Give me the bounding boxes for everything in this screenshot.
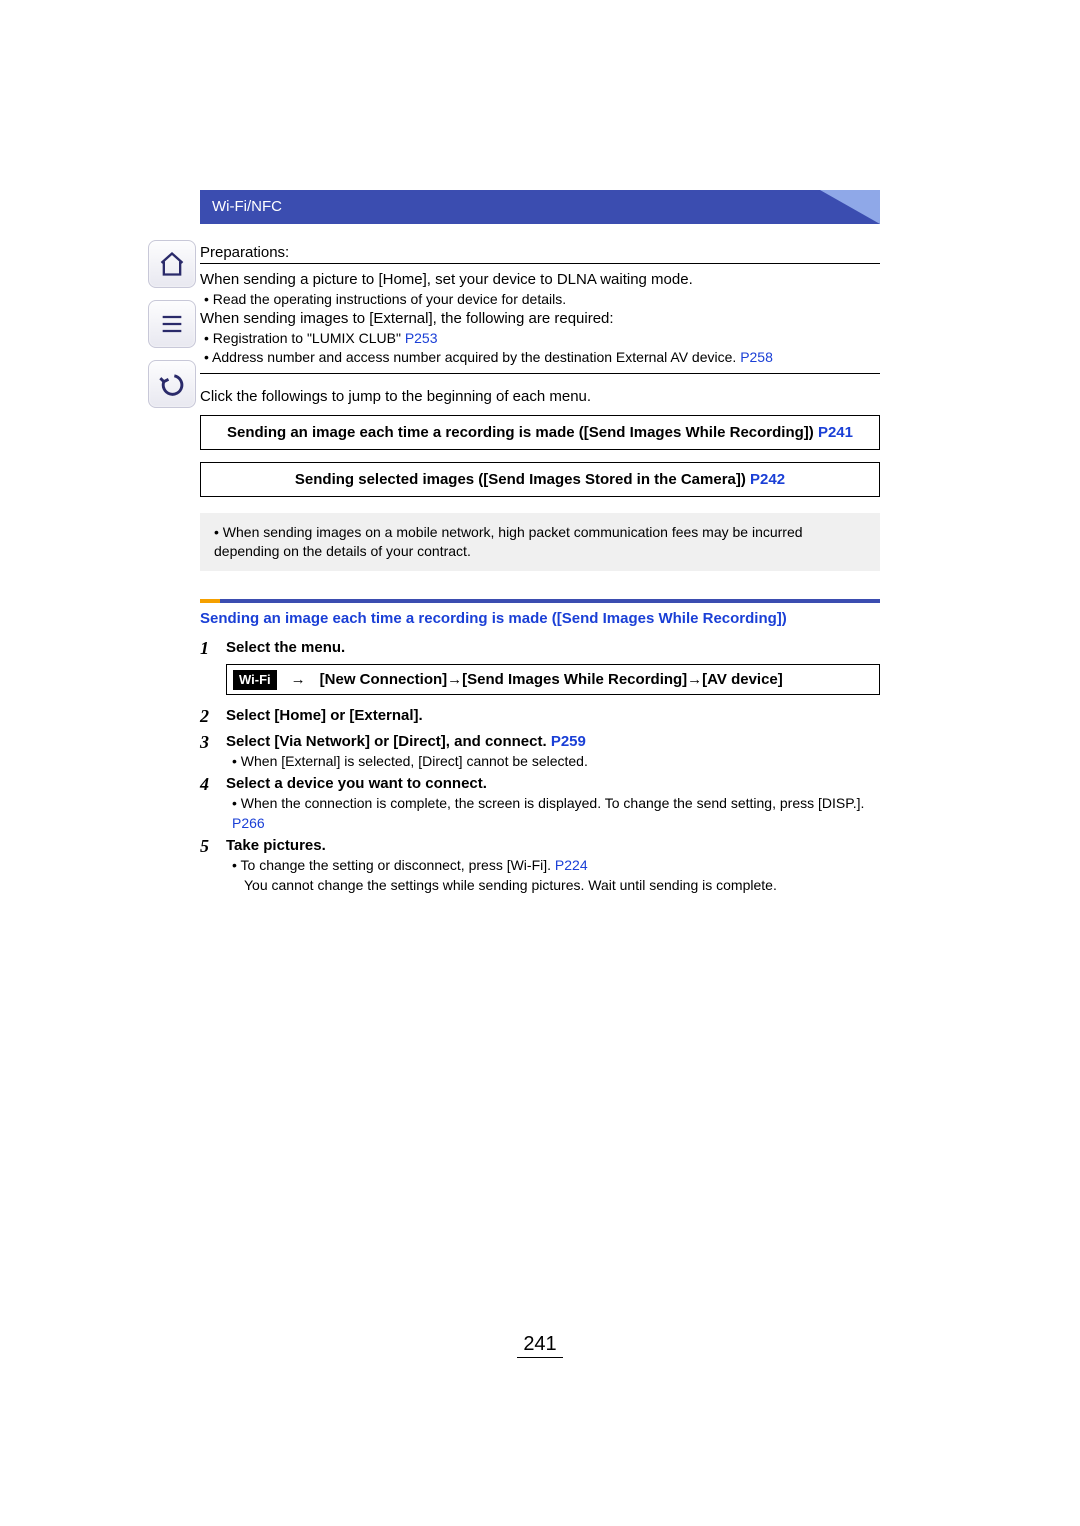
home-icon [158, 250, 186, 278]
step-number: 2 [200, 705, 226, 728]
linkbox-text: Sending an image each time a recording i… [227, 424, 818, 441]
section-header: Wi-Fi/NFC [200, 190, 880, 224]
back-button[interactable] [148, 360, 196, 408]
page-link[interactable]: P241 [818, 424, 853, 441]
bullet-marker: • [232, 857, 241, 873]
steps-list: 1 Select the menu. Wi-Fi → [New Connecti… [200, 637, 880, 895]
step-title: Select a device you want to connect. [226, 773, 880, 794]
step-title: Select the menu. [226, 637, 880, 658]
breadcrumb: Wi-Fi/NFC [212, 198, 282, 215]
bullet-text: Registration to "LUMIX CLUB" [200, 330, 405, 346]
page-link[interactable]: P224 [555, 857, 588, 873]
page-link[interactable]: P253 [405, 330, 438, 346]
step-sub: • When the connection is complete, the s… [226, 794, 880, 833]
prep-line: When sending a picture to [Home], set yo… [200, 270, 880, 290]
prep-bullet: Address number and access number acquire… [200, 348, 880, 367]
step-number: 4 [200, 773, 226, 833]
step-sub-text: When the connection is complete, the scr… [241, 795, 865, 811]
page-link[interactable]: P242 [750, 471, 785, 488]
step-body: Select the menu. Wi-Fi → [New Connection… [226, 637, 880, 703]
step-sub-text: You cannot change the settings while sen… [244, 877, 777, 893]
step-number: 3 [200, 731, 226, 772]
main-content: Wi-Fi/NFC Preparations: When sending a p… [200, 190, 880, 896]
step-sub: When [External] is selected, [Direct] ca… [226, 752, 880, 772]
toc-button[interactable] [148, 300, 196, 348]
section-rule [200, 599, 880, 603]
arrow-icon: → [291, 669, 306, 690]
bullet-text: Address number and access number acquire… [200, 349, 740, 365]
sidebar [148, 240, 196, 408]
home-button[interactable] [148, 240, 196, 288]
menu-path: Wi-Fi → [New Connection]→[Send Images Wh… [226, 664, 880, 695]
prep-body: When sending a picture to [Home], set yo… [200, 270, 880, 367]
preparations-title: Preparations: [200, 244, 880, 264]
back-icon [158, 370, 186, 398]
step-title: Select [Home] or [External]. [226, 705, 880, 726]
page-link[interactable]: P258 [740, 349, 773, 365]
note-text: When sending images on a mobile network,… [210, 523, 870, 561]
note-box: When sending images on a mobile network,… [200, 513, 880, 571]
jump-intro: Click the followings to jump to the begi… [200, 388, 880, 405]
step-body: Select [Home] or [External]. [226, 705, 880, 728]
prep-bullet: Read the operating instructions of your … [200, 290, 880, 309]
divider [200, 373, 880, 374]
page-number-value: 241 [517, 1333, 562, 1358]
page-link[interactable]: P259 [551, 733, 586, 750]
step-sub: You cannot change the settings while sen… [226, 876, 880, 896]
step-sub: • To change the setting or disconnect, p… [226, 856, 880, 876]
prep-line: When sending images to [External], the f… [200, 309, 880, 329]
step-title-text: Select [Via Network] or [Direct], and co… [226, 733, 551, 750]
step-sub-text: To change the setting or disconnect, pre… [241, 857, 555, 873]
step-body: Select a device you want to connect. • W… [226, 773, 880, 833]
step-body: Take pictures. • To change the setting o… [226, 835, 880, 895]
step-number: 1 [200, 637, 226, 703]
wifi-badge: Wi-Fi [233, 670, 277, 690]
header-decoration [820, 190, 880, 224]
toc-icon [158, 310, 186, 338]
step-body: Select [Via Network] or [Direct], and co… [226, 731, 880, 772]
page-link[interactable]: P266 [232, 815, 265, 831]
prep-bullet: Registration to "LUMIX CLUB" P253 [200, 329, 880, 348]
linkbox-text: Sending selected images ([Send Images St… [295, 471, 750, 488]
bullet-marker: • [232, 795, 241, 811]
jump-link-box[interactable]: Sending an image each time a recording i… [200, 415, 880, 450]
jump-link-box[interactable]: Sending selected images ([Send Images St… [200, 462, 880, 497]
step-number: 5 [200, 835, 226, 895]
section-title: Sending an image each time a recording i… [200, 609, 880, 629]
step-title: Select [Via Network] or [Direct], and co… [226, 731, 880, 752]
step-title: Take pictures. [226, 835, 880, 856]
menu-path-text: [New Connection]→[Send Images While Reco… [320, 669, 783, 690]
page-number: 241 [0, 1333, 1080, 1356]
